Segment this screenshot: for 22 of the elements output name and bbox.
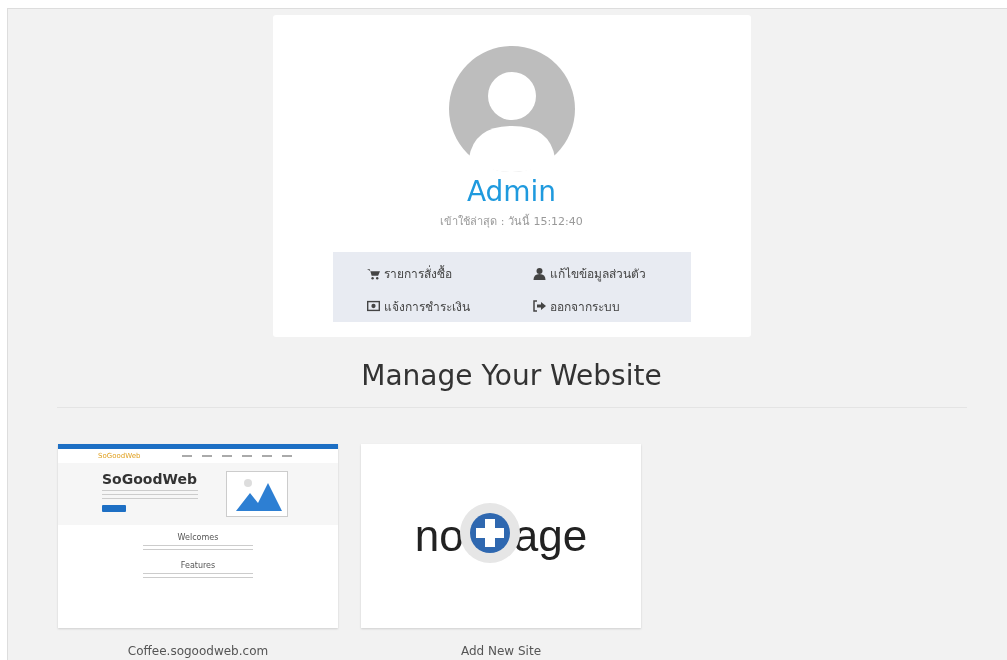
site-caption: Coffee.sogoodweb.com bbox=[127, 644, 269, 658]
preview-button bbox=[102, 505, 126, 512]
user-icon bbox=[532, 267, 546, 280]
preview-section-title: Welcomes bbox=[177, 533, 219, 542]
preview-hero-title: SoGoodWeb bbox=[102, 471, 198, 487]
site-caption: Add New Site bbox=[460, 644, 542, 658]
no-image-text: age bbox=[513, 511, 588, 561]
avatar-icon bbox=[448, 46, 575, 172]
menu-link[interactable]: รายการสั่งซื้อ bbox=[366, 263, 533, 284]
section-heading: Manage Your Website bbox=[361, 359, 662, 393]
menu-link[interactable]: แก้ไขข้อมูลส่วนตัว bbox=[532, 263, 691, 284]
cart-icon bbox=[366, 267, 380, 280]
preview-section-title: Features bbox=[180, 561, 216, 570]
sign-out-icon bbox=[532, 300, 546, 312]
add-site-card[interactable]: no age bbox=[361, 444, 641, 628]
banknote-icon bbox=[366, 300, 380, 312]
menu-link[interactable]: ออกจากระบบ bbox=[532, 295, 691, 317]
last-login-text: เข้าใช้ล่าสุด : วันนี้ 15:12:40 bbox=[440, 213, 583, 230]
menu-link[interactable]: แจ้งการชำระเงิน bbox=[366, 295, 533, 317]
mountain-image-icon bbox=[226, 471, 288, 517]
no-image-text: no bbox=[414, 511, 464, 561]
user-name: Admin bbox=[466, 174, 557, 210]
